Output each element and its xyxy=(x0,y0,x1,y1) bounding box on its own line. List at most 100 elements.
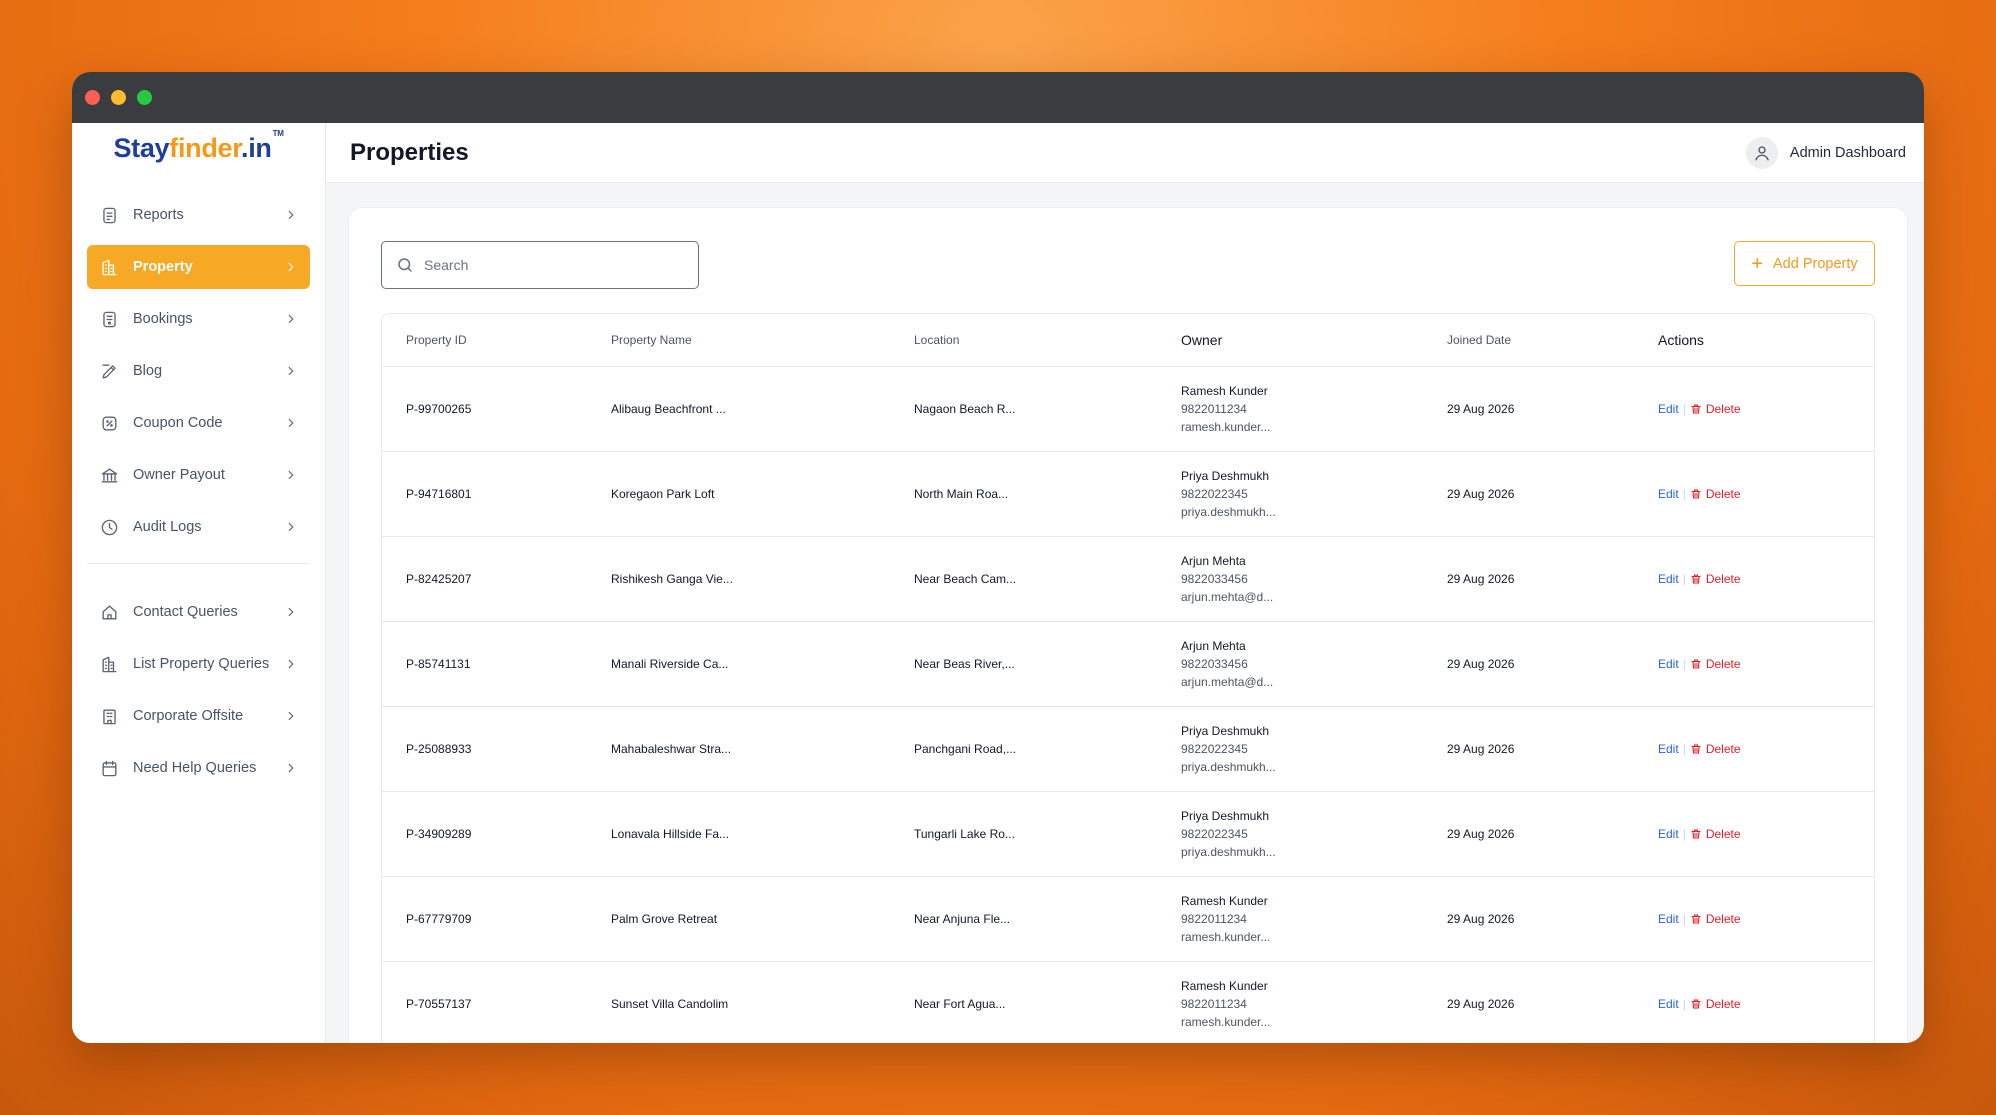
cell-joined-date: 29 Aug 2026 xyxy=(1447,742,1515,756)
cell-actions: Edit | Delete xyxy=(1658,402,1874,416)
sidebar-item-coupon-code[interactable]: Coupon Code xyxy=(87,401,310,445)
owner-phone: 9822011234 xyxy=(1181,402,1247,416)
owner-name: Arjun Mehta xyxy=(1181,554,1246,568)
edit-link[interactable]: Edit xyxy=(1658,997,1679,1011)
cell-property-name: Palm Grove Retreat xyxy=(611,912,718,926)
edit-link[interactable]: Edit xyxy=(1658,402,1679,416)
cell-owner: Ramesh Kunder 9822011234 ramesh.kunder... xyxy=(1181,977,1447,1031)
trash-icon xyxy=(1691,404,1701,414)
sidebar-item-owner-payout[interactable]: Owner Payout xyxy=(87,453,310,497)
header-location[interactable]: Location xyxy=(914,333,1181,347)
sidebar-item-need-help-queries[interactable]: Need Help Queries xyxy=(87,746,310,790)
cell-actions: Edit | Delete xyxy=(1658,912,1874,926)
sidebar-nav-queries: Contact Queries List Property Queries Corp… xyxy=(72,580,325,790)
trash-icon xyxy=(1691,489,1701,499)
chevron-right-icon xyxy=(288,522,294,532)
edit-link[interactable]: Edit xyxy=(1658,827,1679,841)
sidebar-item-blog[interactable]: Blog xyxy=(87,349,310,393)
chevron-right-icon xyxy=(288,763,294,773)
header-owner[interactable]: Owner xyxy=(1181,332,1447,348)
table-body: P-99700265 Alibaug Beachfront ... Nagaon B… xyxy=(382,367,1874,1043)
delete-link[interactable]: Delete xyxy=(1690,657,1741,671)
table-row: P-67779709 Palm Grove Retreat Near Anjuna … xyxy=(382,877,1874,962)
cell-location: Near Anjuna Fle... xyxy=(914,912,1011,926)
user-menu[interactable]: Admin Dashboard xyxy=(1745,136,1906,169)
owner-phone: 9822022345 xyxy=(1181,487,1248,501)
table-row: P-94716801 Koregaon Park Loft North Main R… xyxy=(382,452,1874,537)
delete-link[interactable]: Delete xyxy=(1690,997,1741,1011)
building-icon xyxy=(99,257,119,277)
avatar[interactable] xyxy=(1745,136,1778,169)
cell-property-id: P-99700265 xyxy=(406,402,472,416)
delete-link[interactable]: Delete xyxy=(1690,827,1741,841)
close-window-button[interactable] xyxy=(85,90,100,105)
percent-icon xyxy=(99,413,119,433)
sidebar-item-property[interactable]: Property xyxy=(87,245,310,289)
pen-icon xyxy=(99,361,119,381)
table-row: P-34909289 Lonavala Hillside Fa... Tungarl… xyxy=(382,792,1874,877)
sidebar-item-label: Reports xyxy=(133,207,184,223)
owner-name: Priya Deshmukh xyxy=(1181,724,1270,738)
trash-icon xyxy=(1691,999,1701,1009)
owner-phone: 9822011234 xyxy=(1181,912,1247,926)
delete-link[interactable]: Delete xyxy=(1690,912,1741,926)
cell-property-id: P-85741131 xyxy=(406,657,471,671)
table-row: P-70557137 Sunset Villa Candolim Near Fort… xyxy=(382,962,1874,1043)
delete-link[interactable]: Delete xyxy=(1690,572,1741,586)
main-content: Properties Admin Dashboard + Add Propert… xyxy=(326,123,1924,1043)
cell-owner: Arjun Mehta 9822033456 arjun.mehta@d... xyxy=(1181,552,1447,606)
sidebar-item-label: Bookings xyxy=(133,311,193,327)
sidebar-item-bookings[interactable]: Bookings xyxy=(87,297,310,341)
delete-label: Delete xyxy=(1705,912,1741,926)
user-label: Admin Dashboard xyxy=(1789,144,1906,161)
sidebar-item-list-property-queries[interactable]: List Property Queries xyxy=(87,642,310,686)
edit-link[interactable]: Edit xyxy=(1658,742,1679,756)
logo-text-finder: finder xyxy=(169,133,241,163)
maximize-window-button[interactable] xyxy=(137,90,152,105)
edit-link[interactable]: Edit xyxy=(1658,572,1679,586)
brand-logo[interactable]: Stayfinder.inTM xyxy=(72,123,325,183)
header-property-name[interactable]: Property Name xyxy=(611,333,914,347)
cell-joined-date: 29 Aug 2026 xyxy=(1447,912,1515,926)
header-actions: Actions xyxy=(1658,332,1704,348)
edit-link[interactable]: Edit xyxy=(1658,912,1679,926)
edit-link[interactable]: Edit xyxy=(1658,487,1679,501)
sidebar-item-label: Contact Queries xyxy=(133,604,238,620)
chevron-right-icon xyxy=(288,659,294,669)
owner-email: priya.deshmukh... xyxy=(1181,505,1276,519)
owner-email: ramesh.kunder... xyxy=(1181,930,1271,944)
search-box[interactable] xyxy=(381,241,699,289)
owner-email: ramesh.kunder... xyxy=(1181,420,1271,434)
sidebar-item-audit-logs[interactable]: Audit Logs xyxy=(87,505,310,549)
cell-property-id: P-67779709 xyxy=(406,912,472,926)
table-row: P-25088933 Mahabaleshwar Stra... Panchgani… xyxy=(382,707,1874,792)
delete-link[interactable]: Delete xyxy=(1690,487,1741,501)
sidebar-item-corporate-offsite[interactable]: Corporate Offsite xyxy=(87,694,310,738)
sidebar-item-reports[interactable]: Reports xyxy=(87,193,310,237)
delete-link[interactable]: Delete xyxy=(1690,402,1741,416)
sidebar-divider xyxy=(87,563,310,564)
header-joined-date[interactable]: Joined Date xyxy=(1447,333,1658,347)
cell-property-id: P-94716801 xyxy=(406,487,472,501)
search-input[interactable] xyxy=(424,257,664,273)
minimize-window-button[interactable] xyxy=(111,90,126,105)
app-window: Stayfinder.inTM Reports Property Bookings B… xyxy=(72,72,1924,1043)
delete-link[interactable]: Delete xyxy=(1690,742,1741,756)
sidebar-item-label: Corporate Offsite xyxy=(133,708,244,724)
header-property-id[interactable]: Property ID xyxy=(406,333,611,347)
cell-actions: Edit | Delete xyxy=(1658,742,1874,756)
cell-property-name: Lonavala Hillside Fa... xyxy=(611,827,730,841)
add-property-label: Add Property xyxy=(1773,255,1858,272)
sidebar-item-contact-queries[interactable]: Contact Queries xyxy=(87,590,310,634)
add-property-button[interactable]: + Add Property xyxy=(1734,241,1875,286)
cell-actions: Edit | Delete xyxy=(1658,487,1874,501)
cell-property-name: Rishikesh Ganga Vie... xyxy=(611,572,733,586)
action-separator: | xyxy=(1682,997,1686,1011)
edit-link[interactable]: Edit xyxy=(1658,657,1679,671)
sidebar-item-label: Coupon Code xyxy=(133,415,223,431)
logo-trademark: TM xyxy=(272,129,284,138)
cell-actions: Edit | Delete xyxy=(1658,997,1874,1011)
action-separator: | xyxy=(1682,487,1686,501)
office-icon xyxy=(99,706,119,726)
properties-card: + Add Property Property ID Property Name… xyxy=(348,207,1908,1043)
